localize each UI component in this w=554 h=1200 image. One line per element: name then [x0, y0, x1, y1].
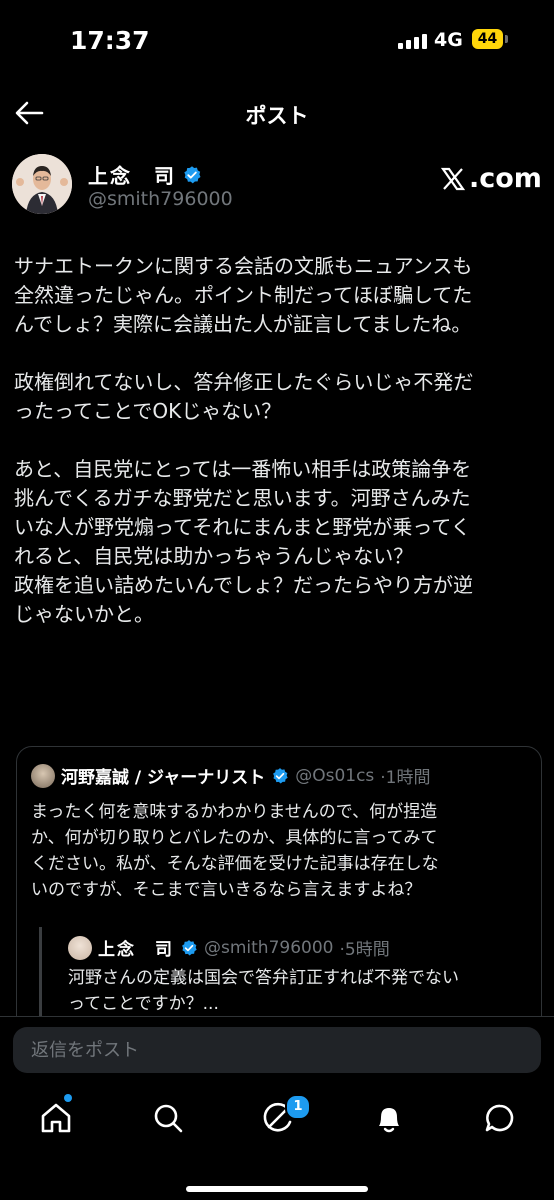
- top-header: ポスト: [0, 88, 554, 140]
- x-logo-icon: [440, 167, 466, 190]
- nested-author-name: 上念 司: [98, 940, 174, 960]
- page-title: ポスト: [245, 104, 309, 128]
- battery-icon: 44: [472, 29, 503, 49]
- battery-tip: [505, 35, 508, 43]
- nested-author-avatar: [68, 935, 92, 960]
- author-name[interactable]: 上念 司: [88, 160, 176, 189]
- home-indicator: [186, 1186, 368, 1192]
- nested-author-handle: @smith796000: [204, 937, 334, 958]
- network-label: 4G: [434, 29, 463, 51]
- quoted-author-handle: @Os01cs: [295, 765, 375, 786]
- reply-input[interactable]: [13, 1027, 541, 1073]
- nested-post-header: 上念 司 @smith796000 ·5時間: [68, 935, 390, 960]
- author-avatar[interactable]: [12, 154, 72, 214]
- post-paragraph: 政権倒れてないし、答弁修正したぐらいじゃ不発だ ったってことでOKじゃない？: [14, 370, 474, 423]
- bottom-tab-bar: 1: [0, 1086, 554, 1200]
- home-icon[interactable]: [38, 1100, 74, 1136]
- post-paragraph: あと、自民党にとっては一番怖い相手は政策論争を 挑んでくるガチな野党だと思います…: [14, 457, 473, 626]
- quoted-author-name: 河野嘉誠 / ジャーナリスト: [61, 768, 266, 788]
- quoted-post-header: 河野嘉誠 / ジャーナリスト @Os01cs ·1時間: [31, 763, 431, 788]
- verified-badge-icon: [273, 767, 288, 783]
- reply-bar: [0, 1016, 554, 1087]
- quoted-post-text: まったく何を意味するかわかりませんので、何が捏造 か、何が切り取りとバレたのか、…: [31, 802, 439, 900]
- source-label: .com: [440, 163, 542, 194]
- status-time: 17:37: [70, 26, 150, 55]
- nested-post-text: 河野さんの定義は国会で答弁訂正すれば不発でない ってことですか？...: [68, 968, 459, 1014]
- bell-icon[interactable]: [371, 1100, 407, 1136]
- status-bar: 17:37 4G 44: [0, 0, 554, 80]
- nested-post-time: ·5時間: [339, 940, 390, 960]
- quoted-post[interactable]: 河野嘉誠 / ジャーナリスト @Os01cs ·1時間 まったく何を意味するかわ…: [16, 746, 542, 1048]
- author-handle[interactable]: @smith796000: [88, 188, 233, 210]
- source-domain: .com: [469, 163, 542, 194]
- home-notification-dot: [64, 1094, 72, 1102]
- search-icon[interactable]: [150, 1100, 186, 1136]
- post-paragraph: サナエトークンに関する会話の文脈もニュアンスも 全然違ったじゃん。ポイント制だっ…: [14, 254, 473, 336]
- messages-icon[interactable]: [482, 1100, 518, 1136]
- author-name-row[interactable]: 上念 司: [88, 160, 202, 189]
- verified-badge-icon: [184, 165, 201, 183]
- verified-badge-icon: [182, 939, 197, 955]
- messages-badge: 1: [285, 1094, 311, 1120]
- quoted-post-time: ·1時間: [380, 768, 431, 788]
- quoted-author-avatar: [31, 763, 55, 788]
- post-body: サナエトークンに関する会話の文脈もニュアンスも 全然違ったじゃん。ポイント制だっ…: [14, 252, 544, 658]
- signal-icon: [398, 34, 427, 49]
